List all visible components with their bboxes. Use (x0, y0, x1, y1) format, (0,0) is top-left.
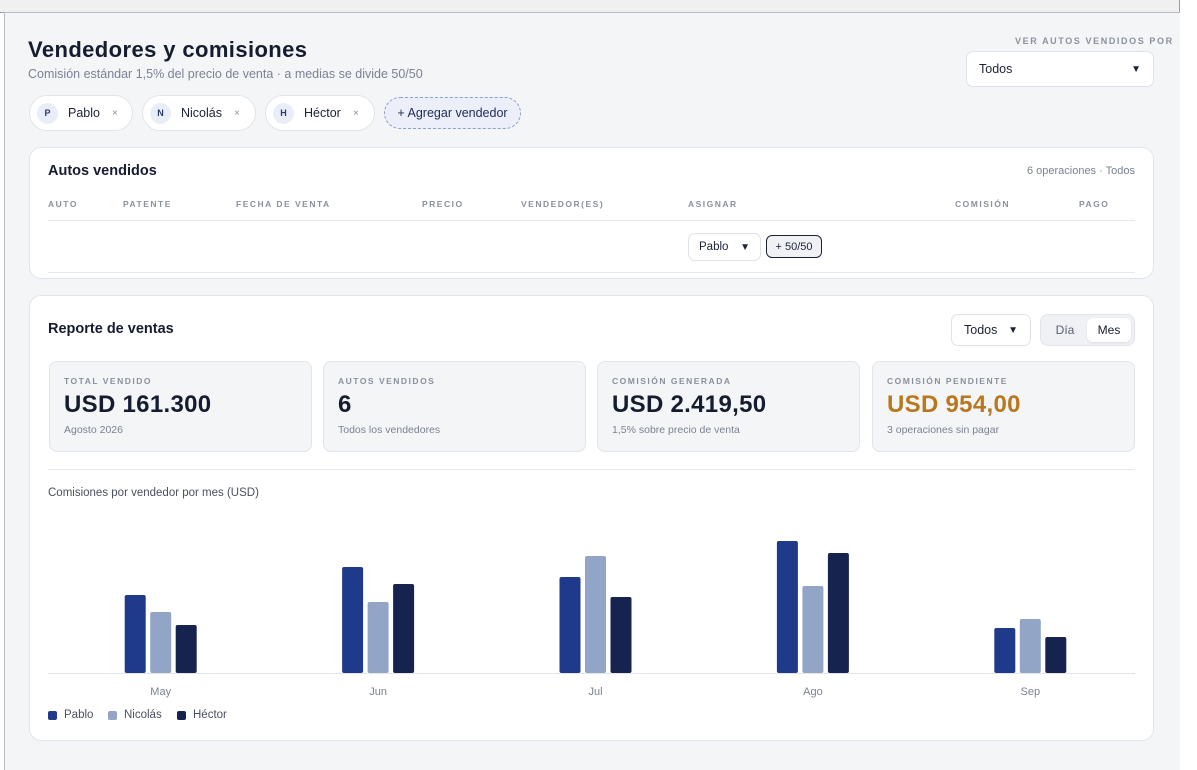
bar-pablo-may (124, 595, 146, 673)
bar-nicolás-jul (585, 556, 606, 673)
bar-nicolás-ago (802, 586, 824, 673)
commission-bar-chart: May Jun Jul Ago Sep (48, 541, 1135, 698)
legend-swatch (108, 710, 117, 720)
x-tick-label: Jul (588, 686, 602, 698)
legend-item-hector: Héctor (177, 709, 227, 721)
legend-item-pablo: Pablo (48, 709, 93, 721)
bar-pablo-jun (342, 567, 364, 673)
x-tick-label: Ago (803, 686, 823, 698)
bar-héctor-jun (393, 584, 415, 673)
bar-nicolás-may (150, 612, 172, 673)
bar-pablo-sep (994, 628, 1016, 673)
x-tick-label: Sep (1021, 686, 1041, 698)
legend-label: Pablo (64, 709, 94, 721)
legend-label: Nicolás (124, 709, 162, 721)
x-tick-label: May (150, 686, 171, 698)
bar-héctor-ago (827, 553, 849, 673)
legend-item-nicolas: Nicolás (108, 709, 162, 721)
bar-pablo-ago (776, 541, 798, 673)
legend-label: Héctor (193, 709, 227, 721)
bar-nicolás-jun (367, 602, 389, 673)
legend-swatch (48, 710, 57, 720)
bar-pablo-jul (559, 577, 581, 673)
bar-héctor-jul (610, 597, 632, 673)
bar-héctor-sep (1045, 637, 1067, 673)
x-tick-label: Jun (369, 686, 387, 698)
bar-nicolás-sep (1019, 619, 1041, 673)
legend-swatch (177, 710, 186, 720)
bar-héctor-may (175, 625, 197, 673)
